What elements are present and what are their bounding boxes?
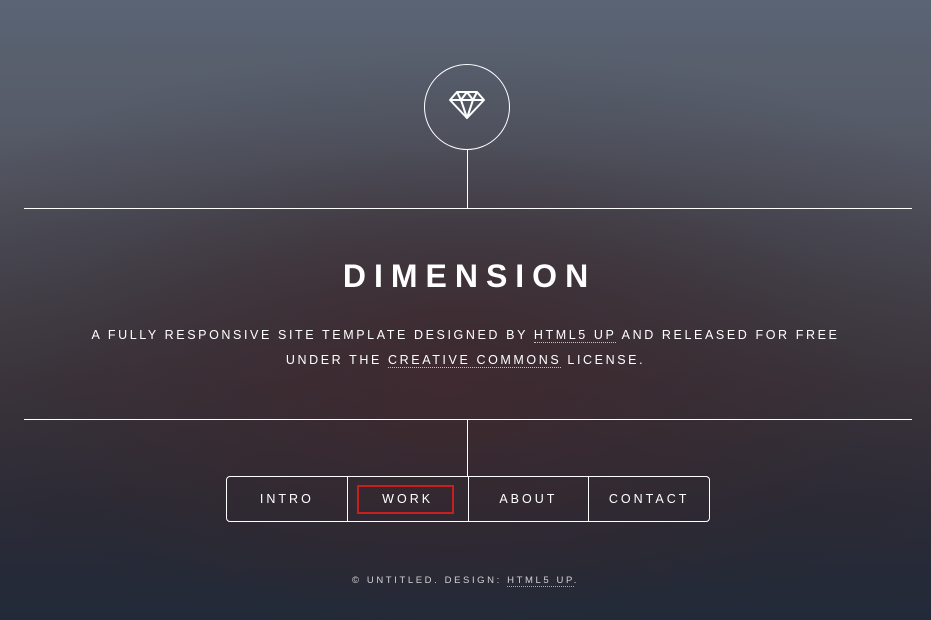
connector-line-top bbox=[467, 150, 468, 208]
logo bbox=[424, 64, 510, 150]
divider-bottom bbox=[24, 419, 912, 420]
site-title: DIMENSION bbox=[342, 258, 597, 294]
nav-about[interactable]: ABOUT bbox=[467, 477, 589, 521]
tagline-text-1: A FULLY RESPONSIVE SITE TEMPLATE DESIGNE… bbox=[91, 328, 534, 342]
nav-intro[interactable]: INTRO bbox=[227, 477, 347, 521]
nav-work[interactable]: WORK bbox=[346, 477, 468, 521]
divider-top bbox=[24, 208, 912, 209]
footer-copyright: © UNTITLED. DESIGN: HTML5 UP. bbox=[0, 575, 931, 587]
main-nav: INTRO WORK ABOUT CONTACT bbox=[226, 476, 710, 522]
tagline-text-3: LICENSE. bbox=[561, 353, 646, 367]
creative-commons-link[interactable]: CREATIVE COMMONS bbox=[388, 353, 562, 368]
connector-line-bottom bbox=[467, 420, 468, 477]
site-tagline: A FULLY RESPONSIVE SITE TEMPLATE DESIGNE… bbox=[60, 323, 871, 373]
nav-contact[interactable]: CONTACT bbox=[588, 477, 709, 521]
gem-icon bbox=[448, 90, 486, 124]
footer-text: © UNTITLED. DESIGN: bbox=[352, 575, 508, 586]
footer-end: . bbox=[573, 575, 579, 586]
footer-html5up-link[interactable]: HTML5 UP bbox=[507, 575, 574, 587]
html5up-link[interactable]: HTML5 UP bbox=[533, 328, 617, 343]
